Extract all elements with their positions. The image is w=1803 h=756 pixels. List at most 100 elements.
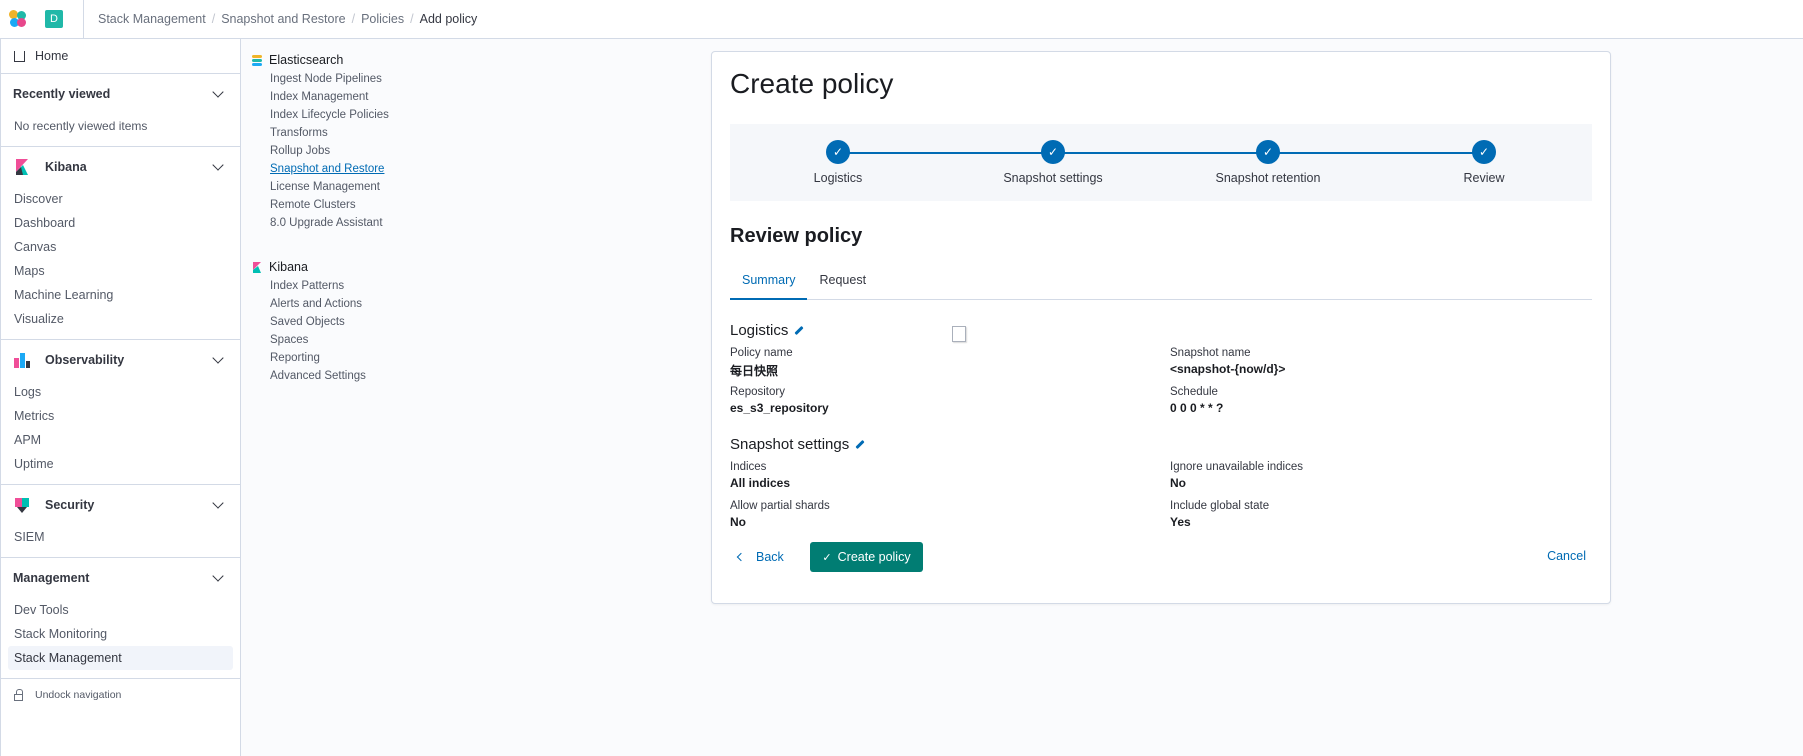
side-nav: Home Recently viewed No recently viewed … — [0, 39, 241, 756]
field-value: Yes — [1170, 515, 1191, 529]
nav-item-discover[interactable]: Discover — [1, 187, 240, 211]
nav-item-uptime[interactable]: Uptime — [1, 452, 240, 476]
mgmt-link-reporting[interactable]: Reporting — [252, 349, 452, 367]
mgmt-link-upgrade-assistant[interactable]: 8.0 Upgrade Assistant — [252, 214, 452, 232]
pencil-icon[interactable] — [855, 439, 865, 450]
nav-group-observability-header[interactable]: Observability — [1, 340, 240, 380]
chevron-down-icon — [212, 352, 224, 364]
steps-bar: ✓ Logistics ✓ Snapshot settings ✓ Snapsh… — [730, 124, 1592, 201]
nav-group-observability-title: Observability — [45, 353, 125, 367]
nav-item-apm[interactable]: APM — [1, 428, 240, 452]
chevron-down-icon — [212, 159, 224, 171]
mgmt-link-advanced-settings[interactable]: Advanced Settings — [252, 367, 452, 385]
mgmt-link-snapshot-restore[interactable]: Snapshot and Restore — [252, 160, 452, 178]
observability-logo-icon — [13, 351, 31, 369]
field-label: Indices — [730, 461, 767, 473]
nav-item-canvas[interactable]: Canvas — [1, 235, 240, 259]
mgmt-link-spaces[interactable]: Spaces — [252, 331, 452, 349]
breadcrumb-stack-management[interactable]: Stack Management — [98, 12, 206, 26]
field-schedule: Schedule 0 0 0 * * ? — [1170, 386, 1223, 415]
nav-group-recent-title: Recently viewed — [13, 87, 111, 101]
mgmt-link-license-management[interactable]: License Management — [252, 178, 452, 196]
space-avatar[interactable]: D — [45, 10, 63, 28]
nav-group-recent-header[interactable]: Recently viewed — [1, 74, 240, 114]
mgmt-link-index-patterns[interactable]: Index Patterns — [252, 277, 452, 295]
review-tabs: Summary Request — [730, 266, 1592, 300]
undock-navigation-button[interactable]: Undock navigation — [1, 679, 240, 711]
nav-group-observability: Observability Logs Metrics APM Uptime — [1, 340, 240, 485]
nav-item-visualize[interactable]: Visualize — [1, 307, 240, 331]
nav-item-siem[interactable]: SIEM — [1, 525, 240, 549]
nav-item-stack-monitoring[interactable]: Stack Monitoring — [1, 622, 240, 646]
tab-request[interactable]: Request — [807, 266, 878, 300]
field-label: Include global state — [1170, 500, 1270, 512]
mgmt-link-rollup-jobs[interactable]: Rollup Jobs — [252, 142, 452, 160]
nav-group-kibana: Kibana Discover Dashboard Canvas Maps Ma… — [1, 147, 240, 340]
field-value: All indices — [730, 476, 791, 490]
nav-item-dev-tools[interactable]: Dev Tools — [1, 598, 240, 622]
nav-home[interactable]: Home — [1, 39, 240, 74]
breadcrumb-policies[interactable]: Policies — [361, 12, 404, 26]
back-button-label: Back — [756, 550, 784, 564]
step-review[interactable]: ✓ Review — [1404, 140, 1564, 185]
create-policy-button[interactable]: ✓ Create policy — [810, 542, 923, 572]
settings-section-title: Snapshot settings — [730, 436, 865, 453]
mgmt-link-ingest-pipelines[interactable]: Ingest Node Pipelines — [252, 70, 452, 88]
pencil-icon[interactable] — [794, 325, 804, 336]
settings-title: Snapshot settings — [730, 436, 850, 453]
check-icon: ✓ — [826, 140, 850, 164]
elastic-logo-icon[interactable] — [9, 10, 27, 28]
mgmt-link-ilm[interactable]: Index Lifecycle Policies — [252, 106, 452, 124]
home-icon — [14, 50, 25, 62]
nav-group-kibana-header[interactable]: Kibana — [1, 147, 240, 187]
chevron-down-icon — [212, 86, 224, 98]
field-ignore-unavailable: Ignore unavailable indices No — [1170, 461, 1303, 490]
field-value: <snapshot-{now/d}> — [1170, 362, 1286, 376]
nav-group-security-header[interactable]: Security — [1, 485, 240, 525]
nav-item-logs[interactable]: Logs — [1, 380, 240, 404]
nav-item-stack-management[interactable]: Stack Management — [8, 646, 233, 670]
field-value: 0 0 0 * * ? — [1170, 401, 1224, 415]
mgmt-section-kibana-title: Kibana — [269, 260, 308, 274]
field-label: Snapshot name — [1170, 347, 1251, 359]
field-partial-shards: Allow partial shards No — [730, 500, 830, 529]
cancel-button[interactable]: Cancel — [1547, 549, 1586, 563]
field-value: 每日快照 — [730, 364, 779, 378]
nav-group-kibana-title: Kibana — [45, 160, 87, 174]
nav-group-management: Management Dev Tools Stack Monitoring St… — [1, 558, 240, 679]
nav-item-machine-learning[interactable]: Machine Learning — [1, 283, 240, 307]
step-snapshot-settings[interactable]: ✓ Snapshot settings — [973, 140, 1133, 185]
field-snapshot-name: Snapshot name <snapshot-{now/d}> — [1170, 347, 1285, 376]
nav-item-maps[interactable]: Maps — [1, 259, 240, 283]
step-snapshot-retention[interactable]: ✓ Snapshot retention — [1188, 140, 1348, 185]
mgmt-link-remote-clusters[interactable]: Remote Clusters — [252, 196, 452, 214]
mgmt-link-transforms[interactable]: Transforms — [252, 124, 452, 142]
steps-connector — [838, 152, 1484, 154]
nav-group-security-title: Security — [45, 498, 95, 512]
undock-navigation-label: Undock navigation — [35, 689, 122, 701]
mgmt-link-saved-objects[interactable]: Saved Objects — [252, 313, 452, 331]
mgmt-link-index-management[interactable]: Index Management — [252, 88, 452, 106]
back-button[interactable]: Back — [730, 542, 792, 572]
step-logistics[interactable]: ✓ Logistics — [758, 140, 918, 185]
document-icon — [952, 326, 966, 342]
field-label: Schedule — [1170, 386, 1218, 398]
chevron-down-icon — [212, 497, 224, 509]
nav-item-metrics[interactable]: Metrics — [1, 404, 240, 428]
tab-summary[interactable]: Summary — [730, 266, 808, 300]
chevron-left-icon — [736, 552, 746, 562]
create-policy-panel: Create policy ✓ Logistics ✓ Snapshot set… — [711, 51, 1611, 604]
nav-group-management-header[interactable]: Management — [1, 558, 240, 598]
field-value: es_s3_repository — [730, 401, 829, 415]
field-indices: Indices All indices — [730, 461, 790, 490]
lock-icon — [14, 688, 23, 701]
field-value: No — [1170, 476, 1186, 490]
field-policy-name: Policy name 每日快照 — [730, 347, 793, 379]
mgmt-section-kibana: Kibana — [252, 257, 452, 277]
mgmt-link-alerts-actions[interactable]: Alerts and Actions — [252, 295, 452, 313]
security-logo-icon — [13, 496, 31, 514]
recent-empty-text: No recently viewed items — [14, 119, 148, 133]
check-icon: ✓ — [822, 551, 832, 564]
nav-item-dashboard[interactable]: Dashboard — [1, 211, 240, 235]
breadcrumb-snapshot-restore[interactable]: Snapshot and Restore — [221, 12, 345, 26]
